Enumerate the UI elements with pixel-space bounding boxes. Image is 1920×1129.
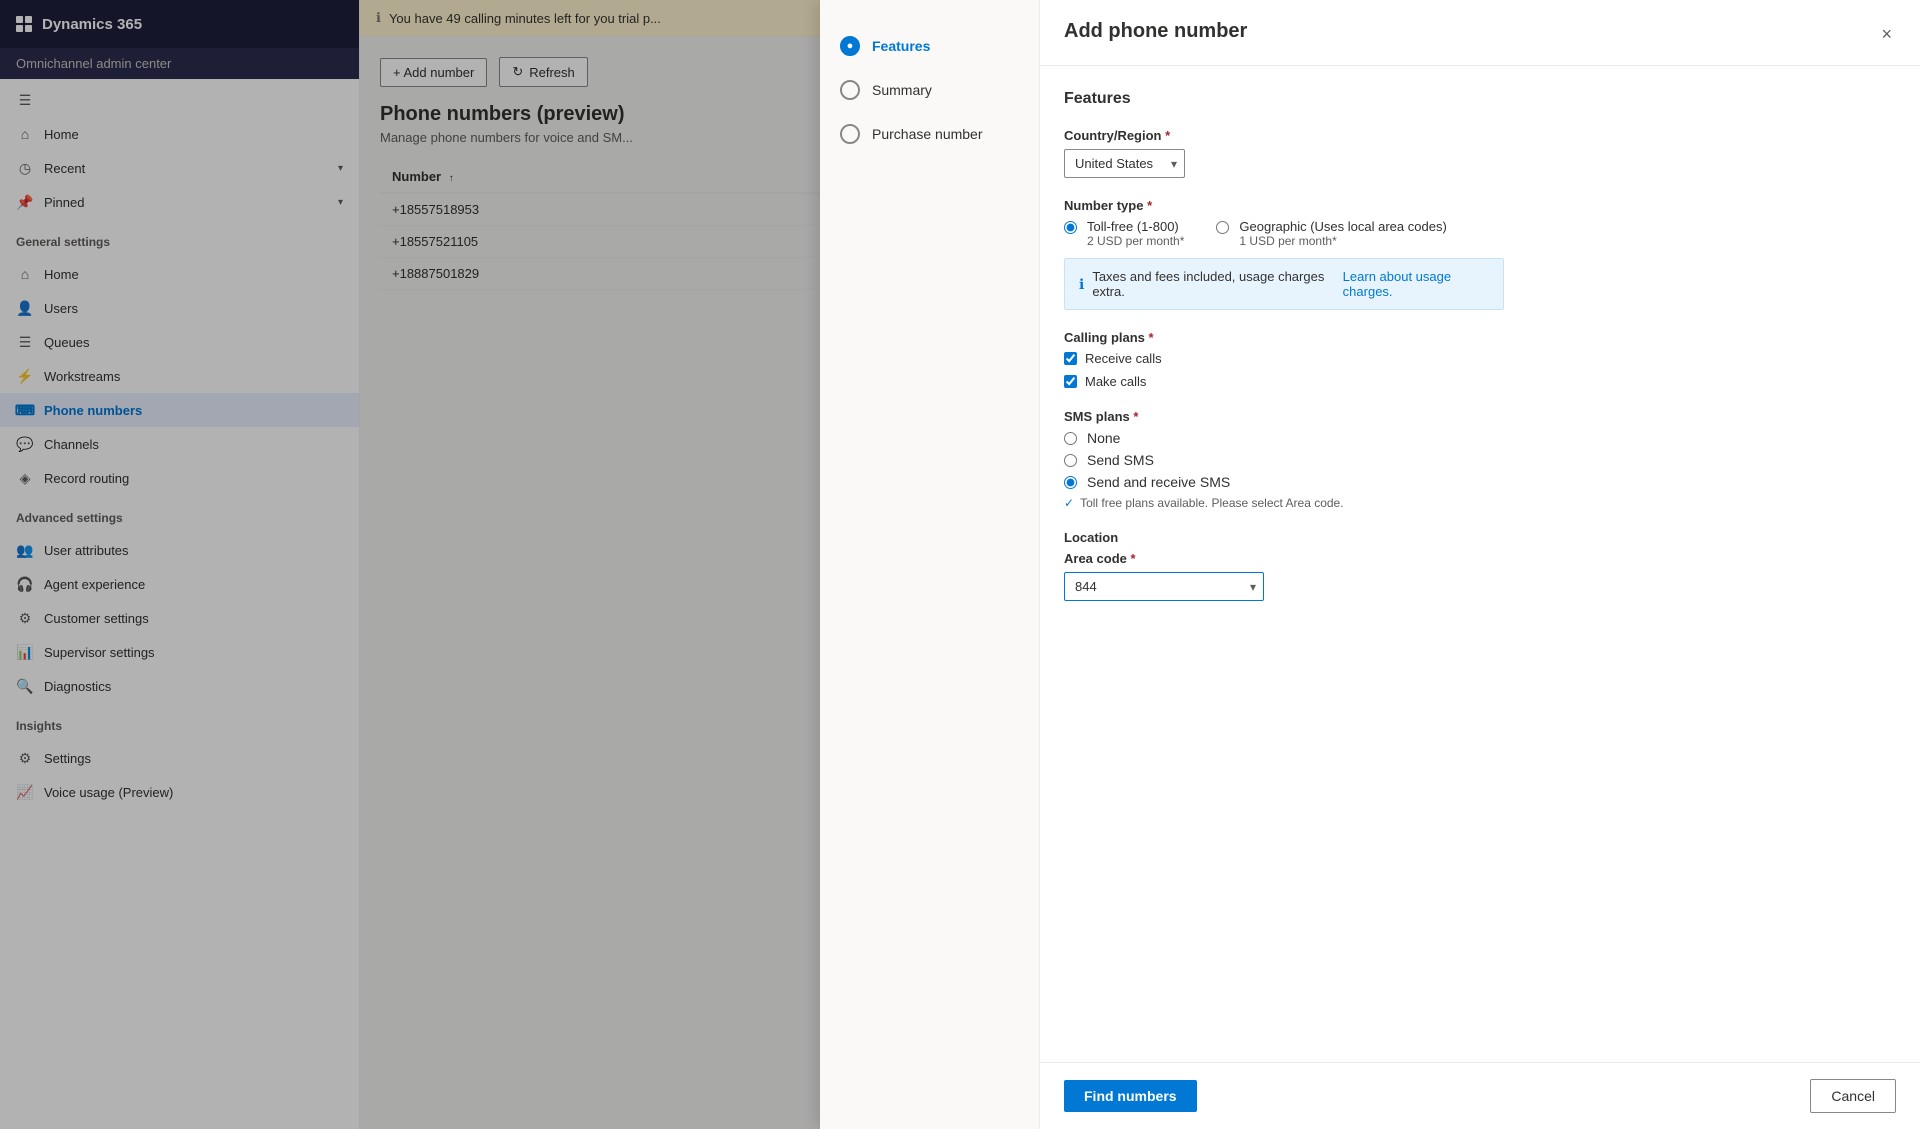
step-circle-summary <box>840 80 860 100</box>
number-type-group: Number type * Toll-free (1-800) 2 USD pe… <box>1064 198 1896 310</box>
panel-title: Add phone number <box>1064 20 1247 43</box>
calling-plans-checkboxes: Receive calls Make calls <box>1064 351 1896 389</box>
area-code-group: Area code * 844 ▾ <box>1064 551 1896 601</box>
required-marker: * <box>1127 551 1136 566</box>
country-region-wrapper: United States ▾ <box>1064 149 1185 178</box>
form-section-title: Features <box>1064 90 1896 108</box>
sms-none-label: None <box>1087 430 1120 446</box>
sms-notice: ✓ Toll free plans available. Please sele… <box>1064 496 1896 510</box>
step-summary[interactable]: Summary <box>820 68 1039 112</box>
location-label: Location <box>1064 530 1896 545</box>
required-marker: * <box>1143 198 1152 213</box>
country-region-group: Country/Region * United States ▾ <box>1064 128 1896 178</box>
step-label-features: Features <box>872 38 930 54</box>
calling-plans-group: Calling plans * Receive calls Make calls <box>1064 330 1896 389</box>
sms-none-input[interactable] <box>1064 432 1077 445</box>
panel-footer: Find numbers Cancel <box>1040 1062 1920 1129</box>
info-link[interactable]: Learn about usage charges. <box>1343 269 1489 299</box>
geographic-sub: 1 USD per month* <box>1239 234 1446 248</box>
location-group: Location Area code * 844 ▾ <box>1064 530 1896 601</box>
sms-notice-text: Toll free plans available. Please select… <box>1080 496 1344 510</box>
sms-send-label: Send SMS <box>1087 452 1154 468</box>
radio-sms-send[interactable]: Send SMS <box>1064 452 1896 468</box>
area-code-select[interactable]: 844 <box>1064 572 1264 601</box>
radio-toll-free[interactable]: Toll-free (1-800) 2 USD per month* <box>1064 219 1184 248</box>
radio-sms-send-receive[interactable]: Send and receive SMS <box>1064 474 1896 490</box>
check-icon: ✓ <box>1064 496 1074 510</box>
sms-plans-label: SMS plans * <box>1064 409 1896 424</box>
info-icon: ℹ <box>1079 276 1084 293</box>
steps-sidebar: ● Features Summary Purchase number <box>820 0 1040 1129</box>
required-marker: * <box>1145 330 1154 345</box>
sms-send-receive-input[interactable] <box>1064 476 1077 489</box>
panel-content: Features Country/Region * United States … <box>1040 66 1920 1062</box>
required-marker: * <box>1130 409 1139 424</box>
geographic-label: Geographic (Uses local area codes) <box>1239 219 1446 234</box>
step-circle-features: ● <box>840 36 860 56</box>
radio-geographic-input[interactable] <box>1216 221 1229 234</box>
make-calls-checkbox[interactable] <box>1064 375 1077 388</box>
cancel-button[interactable]: Cancel <box>1810 1079 1896 1113</box>
close-button[interactable]: × <box>1877 20 1896 49</box>
step-circle-purchase <box>840 124 860 144</box>
step-label-summary: Summary <box>872 82 932 98</box>
country-region-select[interactable]: United States <box>1064 149 1185 178</box>
number-type-label: Number type * <box>1064 198 1896 213</box>
step-purchase-number[interactable]: Purchase number <box>820 112 1039 156</box>
checkbox-receive-calls[interactable]: Receive calls <box>1064 351 1896 366</box>
step-label-purchase: Purchase number <box>872 126 983 142</box>
radio-geographic-text: Geographic (Uses local area codes) 1 USD… <box>1239 219 1446 248</box>
number-type-radio-group: Toll-free (1-800) 2 USD per month* Geogr… <box>1064 219 1896 248</box>
sms-send-receive-label: Send and receive SMS <box>1087 474 1230 490</box>
checkbox-make-calls[interactable]: Make calls <box>1064 374 1896 389</box>
panel-main: Add phone number × Features Country/Regi… <box>1040 0 1920 1129</box>
receive-calls-label: Receive calls <box>1085 351 1162 366</box>
area-code-label: Area code * <box>1064 551 1896 566</box>
receive-calls-checkbox[interactable] <box>1064 352 1077 365</box>
required-marker: * <box>1162 128 1171 143</box>
info-banner: ℹ Taxes and fees included, usage charges… <box>1064 258 1504 310</box>
calling-plans-label: Calling plans * <box>1064 330 1896 345</box>
radio-toll-free-input[interactable] <box>1064 221 1077 234</box>
area-code-wrapper: 844 ▾ <box>1064 572 1264 601</box>
radio-sms-none[interactable]: None <box>1064 430 1896 446</box>
panel-header: Add phone number × <box>1040 0 1920 66</box>
find-numbers-button[interactable]: Find numbers <box>1064 1080 1197 1112</box>
sms-send-input[interactable] <box>1064 454 1077 467</box>
info-text: Taxes and fees included, usage charges e… <box>1092 269 1334 299</box>
sms-plans-radio-group: None Send SMS Send and receive SMS <box>1064 430 1896 490</box>
radio-geographic[interactable]: Geographic (Uses local area codes) 1 USD… <box>1216 219 1446 248</box>
country-region-label: Country/Region * <box>1064 128 1896 143</box>
toll-free-label: Toll-free (1-800) <box>1087 219 1184 234</box>
step-features[interactable]: ● Features <box>820 24 1039 68</box>
sms-plans-group: SMS plans * None Send SMS Send and recei… <box>1064 409 1896 510</box>
make-calls-label: Make calls <box>1085 374 1146 389</box>
toll-free-sub: 2 USD per month* <box>1087 234 1184 248</box>
add-phone-number-panel: ● Features Summary Purchase number Add p… <box>820 0 1920 1129</box>
radio-toll-free-text: Toll-free (1-800) 2 USD per month* <box>1087 219 1184 248</box>
